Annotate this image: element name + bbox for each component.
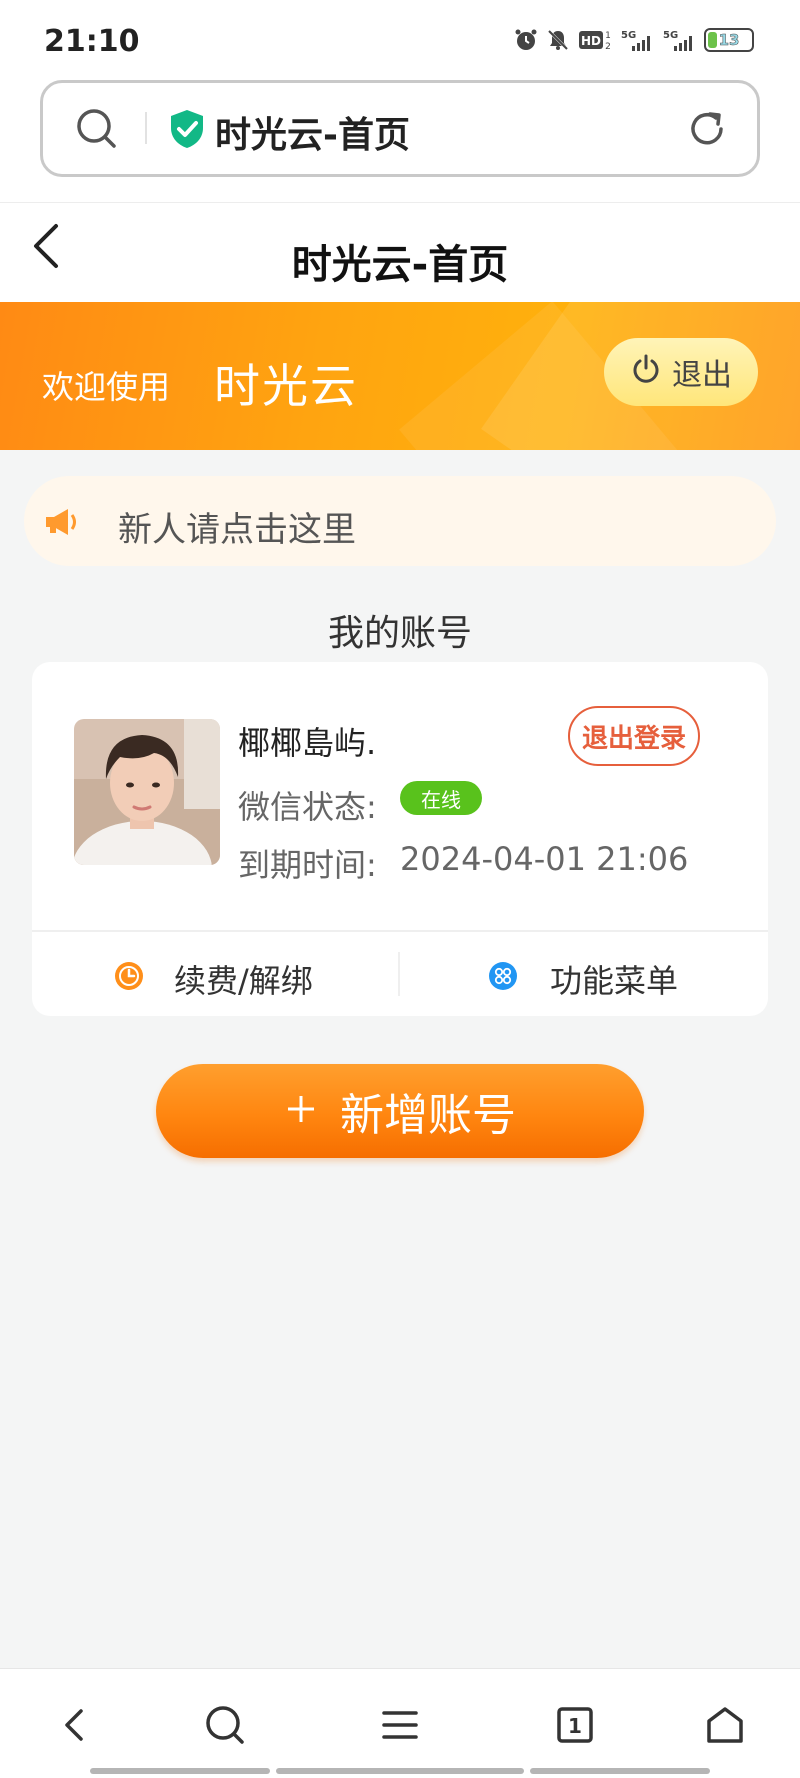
renew-unbind-button[interactable]: 续费/解绑	[174, 956, 313, 1002]
back-icon[interactable]	[50, 1700, 100, 1750]
svg-text:HD: HD	[581, 34, 601, 48]
card-divider	[32, 930, 768, 932]
reload-icon[interactable]	[684, 106, 730, 156]
page-title: 时光云-首页	[291, 242, 509, 288]
account-logout-button[interactable]: 退出登录	[568, 706, 700, 766]
logout-button[interactable]: 退出	[604, 338, 758, 406]
tabs-icon[interactable]: 1	[550, 1700, 600, 1750]
section-title: 我的账号	[327, 613, 472, 654]
menu-icon[interactable]	[375, 1700, 425, 1750]
avatar	[74, 719, 220, 865]
svg-text:5G: 5G	[663, 30, 678, 41]
logout-label: 退出	[672, 358, 732, 393]
battery-icon: 13	[704, 28, 754, 52]
expire-value: 2024-04-01 21:06	[400, 840, 689, 878]
mute-bell-icon	[546, 28, 570, 52]
wechat-status-label: 微信状态:	[238, 788, 377, 826]
card-vertical-divider	[398, 952, 400, 996]
welcome-label: 欢迎使用	[42, 368, 171, 406]
search-icon[interactable]	[74, 106, 120, 156]
plus-icon	[284, 1086, 318, 1137]
status-time: 21:10	[44, 24, 140, 59]
svg-text:1: 1	[605, 31, 611, 41]
hd-icon: HD 1 2	[578, 28, 612, 52]
add-account-label: 新增账号	[340, 1090, 516, 1141]
search-icon[interactable]	[200, 1700, 250, 1750]
tab-count: 1	[568, 1714, 582, 1738]
clock-icon[interactable]	[114, 961, 144, 995]
notice-text[interactable]: 新人请点击这里	[118, 502, 356, 551]
svg-text:2: 2	[605, 42, 611, 52]
home-indicator	[530, 1768, 710, 1774]
status-icons: HD 1 2 5G 5G 13	[514, 28, 754, 52]
megaphone-icon	[42, 505, 82, 541]
home-indicator	[90, 1768, 270, 1774]
alarm-icon	[514, 28, 538, 52]
home-icon[interactable]	[700, 1700, 750, 1750]
address-title[interactable]: 时光云-首页	[215, 106, 410, 158]
signal-icon: 5G	[662, 28, 696, 52]
function-menu-button[interactable]: 功能菜单	[550, 956, 678, 1002]
add-account-button[interactable]: 新增账号	[156, 1064, 644, 1158]
power-icon	[630, 352, 662, 392]
expire-label: 到期时间:	[238, 846, 377, 884]
svg-text:5G: 5G	[621, 30, 636, 41]
account-name: 椰椰島屿.	[238, 724, 377, 762]
status-badge: 在线	[400, 781, 482, 815]
brand-name: 时光云	[214, 359, 358, 413]
home-indicator	[276, 1768, 524, 1774]
grid-menu-icon[interactable]	[488, 961, 518, 995]
battery-level: 13	[718, 31, 740, 50]
shield-check-icon	[168, 108, 206, 154]
address-divider	[145, 112, 147, 144]
signal-icon: 5G	[620, 28, 654, 52]
